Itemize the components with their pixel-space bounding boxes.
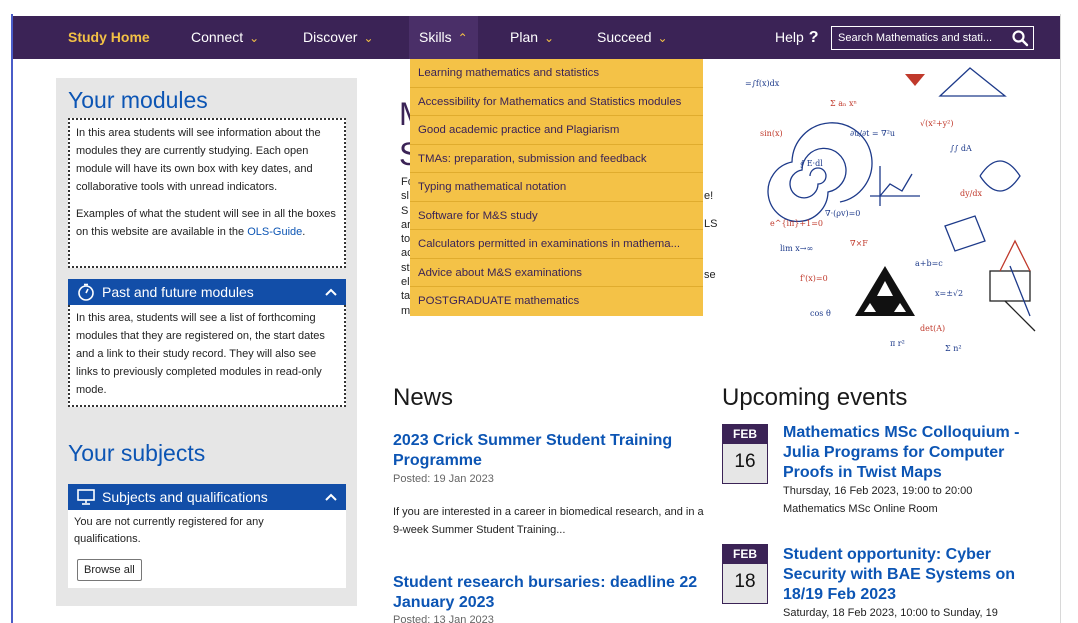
help-icon: ? bbox=[808, 29, 819, 46]
nav-study-home[interactable]: Study Home bbox=[68, 16, 150, 59]
news-item-title[interactable]: 2023 Crick Summer Student Training Progr… bbox=[393, 431, 703, 471]
skills-dropdown-menu: Learning mathematics and statistics Acce… bbox=[410, 59, 703, 316]
event-day: 16 bbox=[734, 451, 756, 472]
event-location: Mathematics MSc Online Room bbox=[783, 503, 938, 515]
event-date-badge: FEB 18 bbox=[722, 544, 768, 604]
event-date-badge: FEB 16 bbox=[722, 424, 768, 484]
window-frame-right bbox=[1060, 14, 1061, 623]
subjects-text: You are not currently registered for any… bbox=[74, 516, 264, 545]
menu-item-postgraduate[interactable]: POSTGRADUATE mathematics bbox=[410, 287, 703, 316]
intro-frag-right-3: se bbox=[704, 269, 716, 281]
nav-help[interactable]: Help? bbox=[775, 16, 819, 59]
event-month: FEB bbox=[723, 425, 767, 444]
svg-text:∂u/∂t = ∇²u: ∂u/∂t = ∇²u bbox=[850, 129, 895, 138]
chevron-down-icon: ⌄ bbox=[657, 31, 668, 45]
svg-text:lim x→∞: lim x→∞ bbox=[780, 244, 813, 253]
menu-item-calculators[interactable]: Calculators permitted in examinations in… bbox=[410, 230, 703, 259]
svg-text:x=±√2: x=±√2 bbox=[935, 289, 963, 298]
chevron-up-icon[interactable] bbox=[324, 286, 338, 298]
svg-text:∇×F: ∇×F bbox=[850, 239, 868, 248]
svg-text:=∫f(x)dx: =∫f(x)dx bbox=[745, 79, 780, 88]
event-day: 18 bbox=[734, 571, 756, 592]
svg-text:cos θ: cos θ bbox=[810, 309, 831, 318]
svg-text:Σ n²: Σ n² bbox=[945, 344, 962, 353]
your-modules-heading: Your modules bbox=[68, 87, 208, 113]
modules-info-box: In this area students will see informati… bbox=[68, 118, 346, 268]
menu-item-software[interactable]: Software for M&S study bbox=[410, 202, 703, 230]
nav-skills[interactable]: Skills ⌃ bbox=[409, 16, 478, 59]
intro-frag-right-1: e! bbox=[704, 190, 714, 202]
modules-examples-suffix: . bbox=[302, 226, 306, 238]
svg-text:sin(x): sin(x) bbox=[760, 129, 783, 138]
modules-info-text: In this area students will see informati… bbox=[76, 127, 321, 193]
news-item-title[interactable]: Student research bursaries: deadline 22 … bbox=[393, 573, 703, 613]
search-box bbox=[831, 26, 1034, 50]
chevron-up-icon: ⌃ bbox=[457, 31, 468, 45]
menu-item-exam-advice[interactable]: Advice about M&S examinations bbox=[410, 259, 703, 287]
nav-succeed[interactable]: Succeed ⌄ bbox=[597, 16, 668, 59]
nav-discover-label: Discover bbox=[303, 29, 358, 45]
chevron-up-icon[interactable] bbox=[324, 491, 338, 503]
menu-item-accessibility[interactable]: Accessibility for Mathematics and Statis… bbox=[410, 88, 703, 116]
chevron-down-icon: ⌄ bbox=[249, 31, 260, 45]
past-future-modules-title: Past and future modules bbox=[102, 284, 254, 300]
mathematics-collage-image: =∫f(x)dx Σ aₙ xⁿ ∂u/∂t = ∇²u √(x²+y²) ∫∫… bbox=[745, 67, 1036, 353]
ols-guide-link[interactable]: OLS-Guide bbox=[247, 226, 302, 238]
svg-text:dy/dx: dy/dx bbox=[960, 189, 982, 198]
chevron-down-icon: ⌄ bbox=[363, 31, 374, 45]
menu-item-academic-practice[interactable]: Good academic practice and Plagiarism bbox=[410, 116, 703, 145]
svg-text:∮ E·dl: ∮ E·dl bbox=[800, 159, 823, 168]
nav-connect[interactable]: Connect ⌄ bbox=[191, 16, 259, 59]
event-title[interactable]: Student opportunity: Cyber Security with… bbox=[783, 545, 1038, 605]
event-time: Saturday, 18 Feb 2023, 10:00 to Sunday, … bbox=[783, 607, 998, 619]
nav-plan-label: Plan bbox=[510, 29, 539, 45]
monitor-icon bbox=[77, 489, 95, 505]
chevron-down-icon: ⌄ bbox=[544, 31, 555, 45]
menu-item-typing-notation[interactable]: Typing mathematical notation bbox=[410, 173, 703, 202]
svg-text:det(A): det(A) bbox=[920, 324, 945, 333]
subjects-qualifications-header[interactable]: Subjects and qualifications bbox=[68, 484, 346, 510]
browse-all-button[interactable]: Browse all bbox=[77, 559, 142, 581]
your-subjects-heading: Your subjects bbox=[68, 440, 206, 466]
event-month: FEB bbox=[723, 545, 767, 564]
news-item-posted: Posted: 19 Jan 2023 bbox=[393, 473, 494, 485]
subjects-qualifications-title: Subjects and qualifications bbox=[102, 489, 268, 505]
past-future-modules-body: In this area, students will see a list o… bbox=[68, 305, 346, 407]
menu-item-tmas[interactable]: TMAs: preparation, submission and feedba… bbox=[410, 145, 703, 173]
stopwatch-icon bbox=[78, 283, 94, 301]
event-title[interactable]: Mathematics MSc Colloquium - Julia Progr… bbox=[783, 423, 1038, 483]
search-input[interactable] bbox=[832, 27, 1008, 49]
news-item-summary: If you are interested in a career in bio… bbox=[393, 506, 704, 536]
past-future-modules-header[interactable]: Past and future modules bbox=[68, 279, 346, 305]
svg-text:π r²: π r² bbox=[890, 339, 905, 348]
top-nav-bar: Study Home Connect ⌄ Discover ⌄ Skills ⌃ Pl… bbox=[13, 16, 1060, 59]
svg-text:Σ aₙ xⁿ: Σ aₙ xⁿ bbox=[830, 99, 857, 108]
nav-plan[interactable]: Plan ⌄ bbox=[510, 16, 554, 59]
search-icon[interactable] bbox=[1011, 29, 1029, 47]
nav-connect-label: Connect bbox=[191, 29, 244, 45]
nav-help-label: Help bbox=[775, 29, 804, 45]
svg-text:e^{iπ}+1=0: e^{iπ}+1=0 bbox=[770, 219, 823, 228]
svg-text:f'(x)=0: f'(x)=0 bbox=[800, 274, 828, 283]
intro-frag-right-2: LS bbox=[704, 218, 718, 230]
upcoming-events-heading: Upcoming events bbox=[722, 384, 908, 411]
menu-item-learning-maths[interactable]: Learning mathematics and statistics bbox=[410, 59, 703, 88]
news-heading: News bbox=[393, 384, 454, 411]
past-future-modules-text: In this area, students will see a list o… bbox=[76, 312, 325, 396]
nav-discover[interactable]: Discover ⌄ bbox=[303, 16, 374, 59]
modules-examples-text: Examples of what the student will see in… bbox=[76, 205, 338, 241]
nav-skills-label: Skills bbox=[419, 29, 452, 45]
svg-text:a+b=c: a+b=c bbox=[915, 259, 943, 268]
svg-text:∫∫ dA: ∫∫ dA bbox=[950, 144, 972, 153]
window-frame-left bbox=[11, 14, 13, 623]
event-time: Thursday, 16 Feb 2023, 19:00 to 20:00 bbox=[783, 485, 973, 497]
nav-succeed-label: Succeed bbox=[597, 29, 652, 45]
news-item-posted: Posted: 13 Jan 2023 bbox=[393, 614, 494, 623]
svg-text:√(x²+y²): √(x²+y²) bbox=[920, 119, 954, 128]
svg-text:∇·(ρv)=0: ∇·(ρv)=0 bbox=[825, 209, 860, 218]
